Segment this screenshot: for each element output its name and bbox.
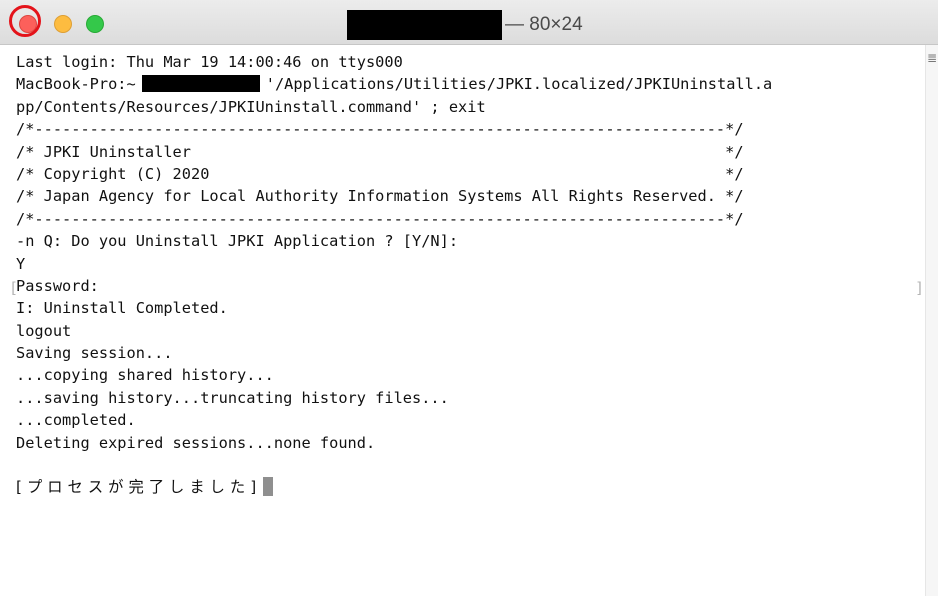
terminal-line: ...copying shared history... — [16, 366, 274, 385]
terminal-line: /* Copyright (C) 2020 */ — [16, 164, 744, 183]
terminal-line: logout — [16, 321, 72, 340]
window-title-size: — 80×24 — [505, 14, 583, 35]
scrollbar[interactable] — [925, 45, 938, 596]
terminal-line: ...saving history...truncating history f… — [16, 388, 449, 407]
terminal-line: -n Q: Do you Uninstall JPKI Application … — [16, 232, 459, 251]
text-cursor — [263, 477, 274, 497]
command-line: MacBook-Pro:~ '/Applications/Utilities/JP… — [16, 73, 921, 95]
terminal-line: /* Japan Agency for Local Authority Info… — [16, 187, 744, 206]
command-text: '/Applications/Utilities/JPKI.localized/… — [265, 75, 773, 94]
zoom-button[interactable] — [86, 15, 104, 33]
terminal-line: Y — [16, 254, 26, 273]
terminal-line: /* JPKI Uninstaller */ — [16, 142, 744, 161]
title-bar[interactable]: — 80×24 — [0, 0, 938, 45]
process-complete-text: [プロセスが完了しました] — [16, 478, 262, 497]
minimize-button[interactable] — [54, 15, 72, 33]
terminal-line: Last login: Thu Mar 19 14:00:46 on ttys0… — [16, 53, 403, 71]
terminal-line: /*--------------------------------------… — [16, 120, 744, 139]
terminal-line: Deleting expired sessions...none found. — [16, 433, 376, 452]
scroll-marker-icon: ≣ — [927, 51, 938, 65]
terminal-line: pp/Contents/Resources/JPKIUninstall.comm… — [16, 97, 486, 116]
terminal-output[interactable]: Last login: Thu Mar 19 14:00:46 on ttys0… — [16, 51, 921, 499]
prompt-host: MacBook-Pro:~ — [16, 75, 136, 94]
terminal-line: I: Uninstall Completed. — [16, 299, 228, 318]
process-complete-line: [プロセスが完了しました] — [16, 476, 921, 498]
terminal-line: Saving session... — [16, 344, 173, 363]
terminal-window: — 80×24 ≣ [ ] Last login: Thu Mar 19 14:… — [0, 0, 938, 596]
redacted-username — [141, 75, 260, 93]
terminal-line: ...completed. — [16, 411, 136, 430]
highlight-circle — [9, 5, 41, 37]
terminal-line: /*--------------------------------------… — [16, 209, 744, 228]
terminal-line: Password: — [16, 276, 99, 295]
redacted-title — [347, 10, 502, 40]
